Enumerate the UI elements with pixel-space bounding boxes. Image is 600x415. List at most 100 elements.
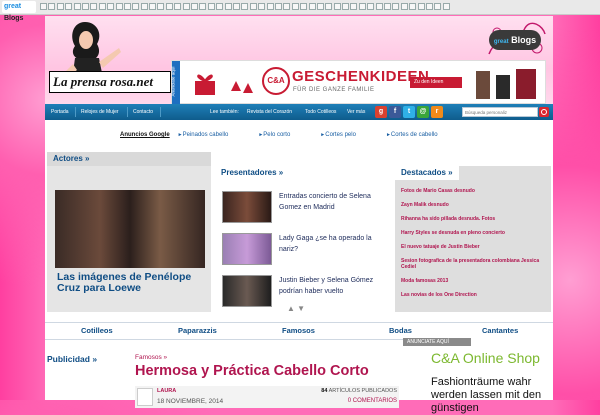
site-icon[interactable] <box>224 3 232 10</box>
category-link[interactable]: Bodas <box>389 323 412 339</box>
site-icon[interactable] <box>98 3 106 10</box>
site-icon[interactable] <box>316 3 324 10</box>
site-icon[interactable] <box>182 3 190 10</box>
list-item[interactable]: Fotos de Mario Casas desnudo <box>401 188 545 194</box>
site-logo[interactable]: La prensa rosa.net <box>49 71 171 93</box>
site-icon[interactable] <box>375 3 383 10</box>
list-item[interactable]: Zayn Malik desnudo <box>401 202 545 208</box>
site-icon[interactable] <box>409 3 417 10</box>
thumbnail[interactable] <box>222 275 272 307</box>
presentadores-title[interactable]: Presentadores » <box>221 168 283 177</box>
site-icon[interactable] <box>283 3 291 10</box>
chevron-up-icon[interactable]: ▲ <box>287 304 295 313</box>
list-item[interactable]: Rihanna ha sido pillada desnuda. Fotos <box>401 216 545 222</box>
post-title[interactable]: Hermosa y Práctica Cabello Corto <box>135 363 369 379</box>
site-icon[interactable] <box>216 3 224 10</box>
nav-item-contacto[interactable]: Contacto <box>133 104 153 120</box>
site-icon[interactable] <box>207 3 215 10</box>
site-icon[interactable] <box>333 3 341 10</box>
ad-link[interactable]: Cortes de cabello <box>386 132 438 138</box>
site-icon[interactable] <box>115 3 123 10</box>
site-icon[interactable] <box>157 3 165 10</box>
list-item[interactable]: El nuevo tatuaje de Justin Bieber <box>401 244 545 250</box>
ad-cta-button[interactable]: Zu den Ideen <box>410 77 462 88</box>
side-ad[interactable]: ANUNCIATE AQUÍ C&A Online Shop Fashiontr… <box>403 338 553 414</box>
category-link[interactable]: Famosos <box>282 323 315 339</box>
nav-link-revista[interactable]: Revista del Corazón <box>247 104 292 120</box>
facebook-icon[interactable]: f <box>389 106 401 118</box>
site-icon[interactable] <box>300 3 308 10</box>
category-link[interactable]: Paparazzis <box>178 323 217 339</box>
google-plus-icon[interactable]: g <box>375 106 387 118</box>
actores-featured-image[interactable] <box>55 190 205 268</box>
category-link[interactable]: Cantantes <box>482 323 518 339</box>
site-icon[interactable] <box>65 3 73 10</box>
site-icon[interactable] <box>425 3 433 10</box>
author-name[interactable]: LAURA <box>157 388 176 394</box>
site-icon[interactable] <box>274 3 282 10</box>
site-icon[interactable] <box>123 3 131 10</box>
site-icon[interactable] <box>232 3 240 10</box>
site-icon[interactable] <box>107 3 115 10</box>
site-icon[interactable] <box>199 3 207 10</box>
site-icon[interactable] <box>73 3 81 10</box>
thumbnail[interactable] <box>222 191 272 223</box>
email-icon[interactable]: @ <box>417 106 429 118</box>
site-icon[interactable] <box>149 3 157 10</box>
site-icon[interactable] <box>384 3 392 10</box>
list-item[interactable]: Lady Gaga ¿se ha operado la nariz? <box>222 233 382 267</box>
site-icon[interactable] <box>249 3 257 10</box>
search-input[interactable]: Búsqueda personaliz <box>462 107 538 117</box>
list-item[interactable]: Sesion fotografica de la presentadora co… <box>401 258 545 270</box>
nav-link-cotilleos[interactable]: Todo Cotilleos <box>305 104 336 120</box>
category-link[interactable]: Cotilleos <box>81 323 113 339</box>
great-blogs-badge[interactable]: great Blogs <box>489 30 541 50</box>
site-icon[interactable] <box>358 3 366 10</box>
site-icon[interactable] <box>291 3 299 10</box>
site-icon[interactable] <box>350 3 358 10</box>
ad-link[interactable]: Pelo corto <box>258 132 290 138</box>
list-item[interactable]: Las novias de los One Direction <box>401 292 545 298</box>
great-blogs-logo[interactable]: great Blogs <box>2 1 36 22</box>
list-item[interactable]: Entradas concierto de Selena Gomez en Ma… <box>222 191 382 225</box>
ad-banner[interactable]: Anunciate aquí C&A GESCHENKIDEEN FÜR DIE… <box>171 60 546 105</box>
ad-link[interactable]: Cortes pelo <box>320 132 356 138</box>
side-ad-title[interactable]: C&A Online Shop <box>431 350 540 366</box>
chevron-down-icon[interactable]: ▼ <box>297 304 305 313</box>
site-icon[interactable] <box>258 3 266 10</box>
site-icon[interactable] <box>400 3 408 10</box>
comments-link[interactable]: 0 COMENTARIOS <box>348 398 397 404</box>
list-item[interactable]: Harry Styles se desnuda en pleno concier… <box>401 230 545 236</box>
twitter-icon[interactable]: t <box>403 106 415 118</box>
site-icon[interactable] <box>48 3 56 10</box>
site-icon[interactable] <box>342 3 350 10</box>
site-icon[interactable] <box>367 3 375 10</box>
post-category[interactable]: Famosos » <box>135 354 167 361</box>
nav-item-relojes[interactable]: Relojes de Mujer <box>81 104 119 120</box>
site-icon[interactable] <box>132 3 140 10</box>
site-icon[interactable] <box>442 3 450 10</box>
side-ad-text[interactable]: Fashionträume wahr werden lassen mit den… <box>431 376 557 415</box>
site-icon[interactable] <box>241 3 249 10</box>
list-item[interactable]: Moda famosas 2013 <box>401 278 545 284</box>
ad-tag[interactable]: Anunciate aquí <box>171 61 180 105</box>
site-icon[interactable] <box>174 3 182 10</box>
search-button[interactable] <box>539 107 549 117</box>
site-icon[interactable] <box>81 3 89 10</box>
site-icon[interactable] <box>392 3 400 10</box>
rss-icon[interactable]: r <box>431 106 443 118</box>
ad-link[interactable]: Peinados cabello <box>178 132 229 138</box>
site-icon[interactable] <box>417 3 425 10</box>
site-icon[interactable] <box>266 3 274 10</box>
site-icon[interactable] <box>308 3 316 10</box>
site-icon[interactable] <box>191 3 199 10</box>
nav-item-portada[interactable]: Portada <box>51 104 69 120</box>
destacados-title[interactable]: Destacados » <box>395 166 459 180</box>
site-icon[interactable] <box>90 3 98 10</box>
site-icon[interactable] <box>56 3 64 10</box>
actores-title[interactable]: Actores » <box>47 152 211 166</box>
nav-link-ver-mas[interactable]: Ver más <box>347 104 365 120</box>
site-icon[interactable] <box>140 3 148 10</box>
site-icon[interactable] <box>40 3 47 10</box>
site-icon[interactable] <box>325 3 333 10</box>
